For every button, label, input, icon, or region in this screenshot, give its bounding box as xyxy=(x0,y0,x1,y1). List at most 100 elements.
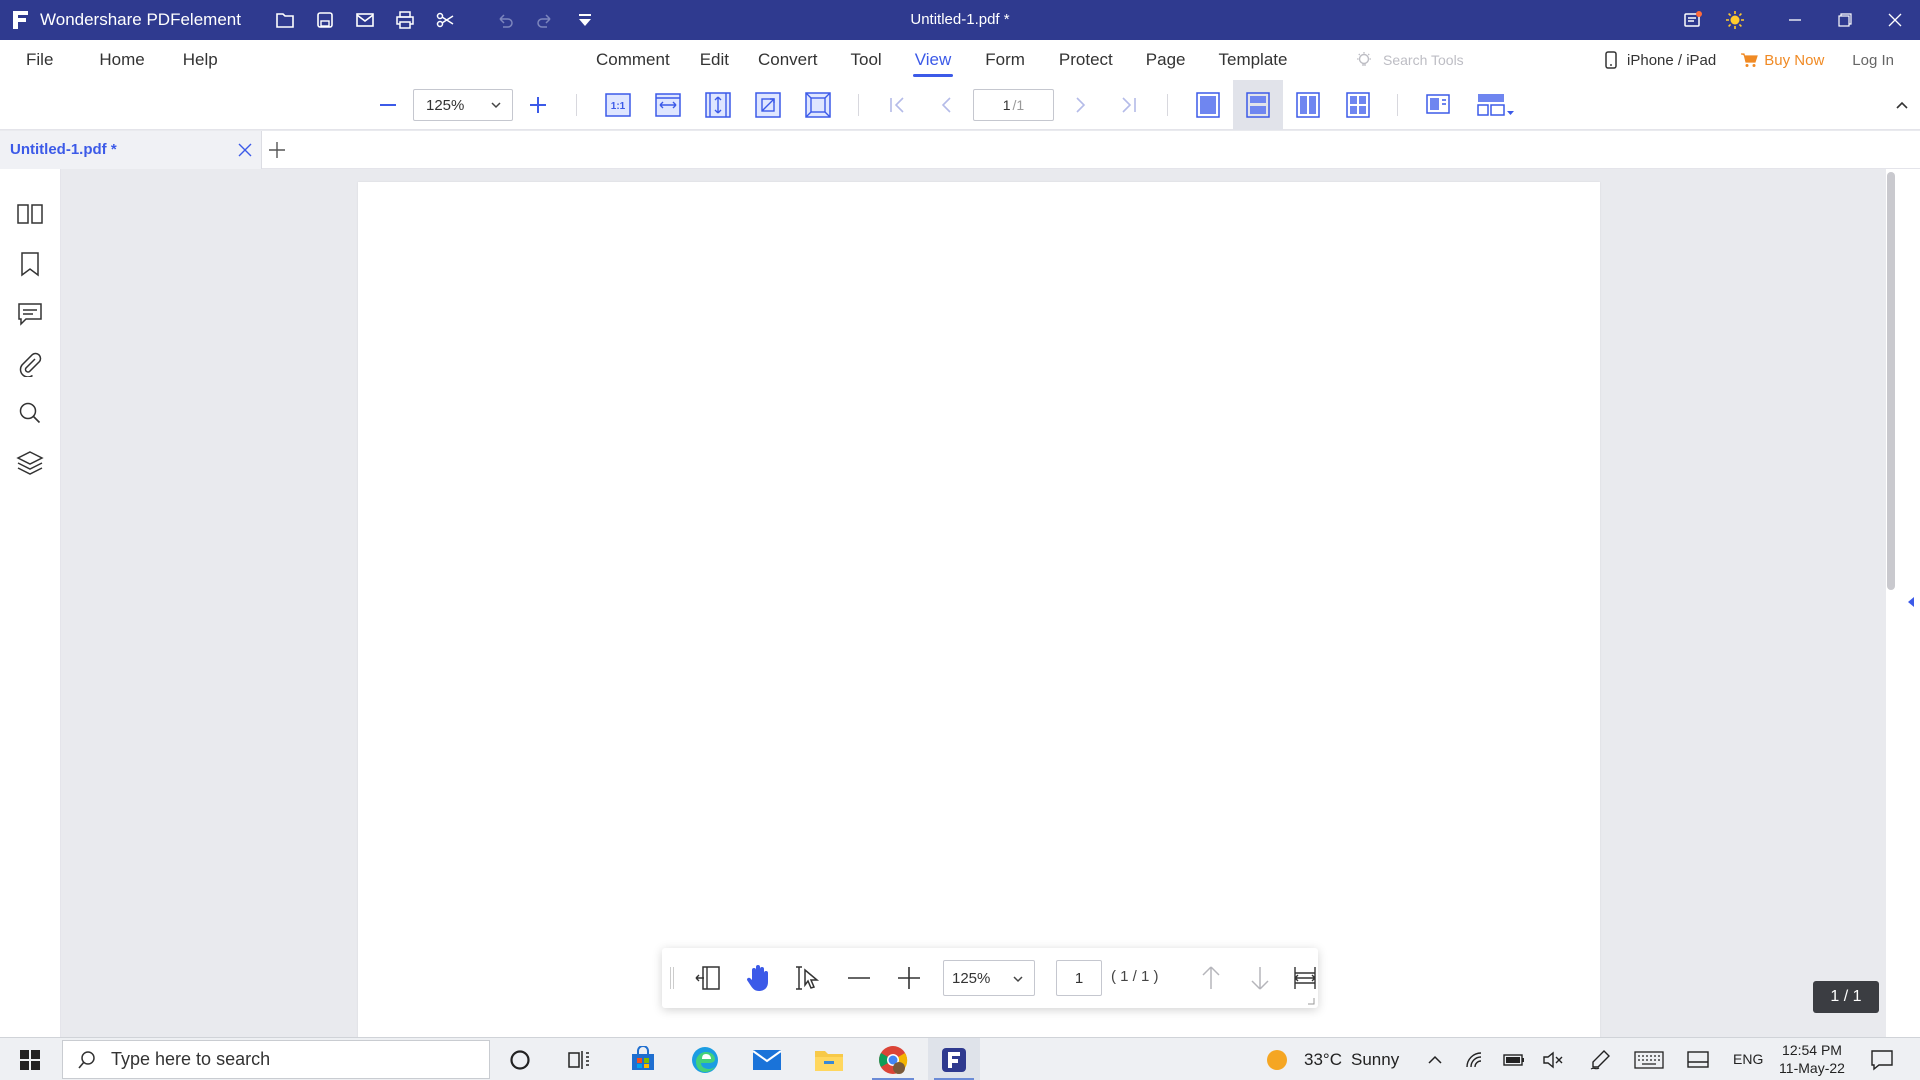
vertical-scrollbar-thumb[interactable] xyxy=(1887,172,1895,590)
document-tab[interactable]: Untitled-1.pdf * xyxy=(0,131,262,169)
weather-description[interactable]: Sunny xyxy=(1351,1050,1399,1070)
zoom-in-button[interactable] xyxy=(520,87,556,123)
zoom-select[interactable]: 125% xyxy=(413,89,513,121)
single-page-icon[interactable] xyxy=(1190,87,1226,123)
previous-page-icon[interactable] xyxy=(929,87,965,123)
show-hidden-icons-chevron-icon[interactable] xyxy=(1420,1038,1450,1080)
toggle-panel-icon[interactable] xyxy=(688,958,728,998)
menu-comment[interactable]: Comment xyxy=(596,40,670,80)
continuous-scroll-icon[interactable] xyxy=(1233,80,1283,130)
mail-app-icon[interactable] xyxy=(744,1038,790,1080)
weather-temperature[interactable]: 33°C xyxy=(1304,1050,1342,1070)
first-page-icon[interactable] xyxy=(880,87,916,123)
hand-tool-icon[interactable] xyxy=(738,958,778,998)
page-number-input[interactable]: 1 xyxy=(1056,960,1102,996)
minimize-button[interactable] xyxy=(1770,0,1820,40)
thumbnails-icon[interactable] xyxy=(15,199,45,229)
resize-grip-icon[interactable] xyxy=(1307,997,1315,1005)
pen-ink-icon[interactable] xyxy=(1585,1038,1615,1080)
drag-handle[interactable] xyxy=(670,967,674,989)
comments-panel-icon[interactable] xyxy=(15,299,45,329)
menu-file[interactable]: File xyxy=(26,40,53,80)
fit-page-width-icon[interactable] xyxy=(1290,958,1320,998)
battery-icon[interactable] xyxy=(1499,1038,1529,1080)
select-tool-icon[interactable] xyxy=(787,958,827,998)
menu-edit[interactable]: Edit xyxy=(700,40,729,80)
bookmark-icon[interactable] xyxy=(15,249,45,279)
microsoft-store-icon[interactable] xyxy=(620,1038,666,1080)
two-page-icon[interactable] xyxy=(1290,87,1326,123)
toolbar-divider xyxy=(1397,94,1398,116)
save-icon[interactable] xyxy=(305,0,345,40)
pdf-page[interactable] xyxy=(358,182,1600,1037)
windows-start-icon[interactable] xyxy=(0,1038,60,1080)
notification-icon[interactable] xyxy=(1672,0,1714,40)
scissors-icon[interactable] xyxy=(425,0,465,40)
fit-width-icon[interactable] xyxy=(650,87,686,123)
input-language[interactable]: ENG xyxy=(1733,1051,1763,1067)
pdfelement-taskbar-icon[interactable] xyxy=(928,1038,980,1080)
next-page-arrow-icon[interactable] xyxy=(1240,958,1280,998)
open-folder-icon[interactable] xyxy=(265,0,305,40)
attachment-icon[interactable] xyxy=(15,349,45,379)
chrome-browser-icon[interactable] xyxy=(866,1038,920,1080)
fit-page-icon[interactable] xyxy=(800,87,836,123)
split-view-icon[interactable] xyxy=(1420,87,1456,123)
two-page-continuous-icon[interactable] xyxy=(1340,87,1376,123)
network-icon[interactable] xyxy=(1460,1038,1490,1080)
page-number-input[interactable]: 1 /1 xyxy=(973,89,1054,121)
mobile-device-icon xyxy=(1605,51,1617,69)
undo-icon[interactable] xyxy=(485,0,525,40)
menu-tool[interactable]: Tool xyxy=(851,40,882,80)
redo-icon[interactable] xyxy=(525,0,565,40)
fit-visible-icon[interactable] xyxy=(750,87,786,123)
system-clock[interactable]: 12:54 PM 11-May-22 xyxy=(1770,1041,1854,1077)
search-icon[interactable] xyxy=(15,398,45,428)
next-page-icon[interactable] xyxy=(1062,87,1098,123)
task-view-icon[interactable] xyxy=(556,1038,602,1080)
zoom-out-button[interactable] xyxy=(839,958,879,998)
zoom-in-button[interactable] xyxy=(889,958,929,998)
expand-right-panel-icon[interactable] xyxy=(1906,595,1916,609)
mail-icon[interactable] xyxy=(345,0,385,40)
search-tools-field[interactable]: Search Tools xyxy=(1355,40,1464,80)
login-link[interactable]: Log In xyxy=(1852,52,1894,69)
touch-keyboard-icon[interactable] xyxy=(1632,1038,1666,1080)
action-center-icon[interactable] xyxy=(1862,1038,1902,1080)
theme-sun-icon[interactable] xyxy=(1714,0,1756,40)
actual-size-icon[interactable]: 1:1 xyxy=(600,87,636,123)
menu-template[interactable]: Template xyxy=(1218,40,1287,80)
menu-view[interactable]: View xyxy=(912,40,953,80)
menu-help[interactable]: Help xyxy=(183,40,218,80)
customize-toolbar-icon[interactable] xyxy=(565,0,605,40)
taskbar-search-box[interactable]: Type here to search xyxy=(62,1040,490,1079)
page-layout-dropdown-icon[interactable] xyxy=(1470,87,1520,123)
close-tab-icon[interactable] xyxy=(237,142,253,158)
menu-home[interactable]: Home xyxy=(99,40,144,80)
quick-access-toolbar xyxy=(265,0,605,40)
print-icon[interactable] xyxy=(385,0,425,40)
volume-muted-icon[interactable] xyxy=(1538,1038,1568,1080)
last-page-icon[interactable] xyxy=(1110,87,1146,123)
previous-page-arrow-icon[interactable] xyxy=(1191,958,1231,998)
new-tab-plus-icon[interactable] xyxy=(268,141,286,159)
fit-height-icon[interactable] xyxy=(700,87,736,123)
zoom-out-button[interactable] xyxy=(370,87,406,123)
weather-sun-icon[interactable] xyxy=(1262,1038,1292,1080)
close-window-button[interactable] xyxy=(1870,0,1920,40)
device-link[interactable]: iPhone / iPad xyxy=(1627,52,1716,69)
menu-form[interactable]: Form xyxy=(985,40,1025,80)
display-icon[interactable] xyxy=(1683,1038,1713,1080)
file-explorer-icon[interactable] xyxy=(806,1038,852,1080)
restore-button[interactable] xyxy=(1820,0,1870,40)
menu-convert[interactable]: Convert xyxy=(758,40,818,80)
zoom-select[interactable]: 125% xyxy=(943,960,1035,996)
menu-page[interactable]: Page xyxy=(1146,40,1186,80)
page-total: ( 1 / 1 ) xyxy=(1111,968,1159,985)
layers-icon[interactable] xyxy=(15,448,45,478)
buy-now-link[interactable]: Buy Now xyxy=(1764,52,1824,69)
edge-browser-icon[interactable] xyxy=(682,1038,728,1080)
cortana-icon[interactable] xyxy=(497,1038,543,1080)
collapse-toolbar-icon[interactable] xyxy=(1884,87,1920,123)
menu-protect[interactable]: Protect xyxy=(1059,40,1113,80)
